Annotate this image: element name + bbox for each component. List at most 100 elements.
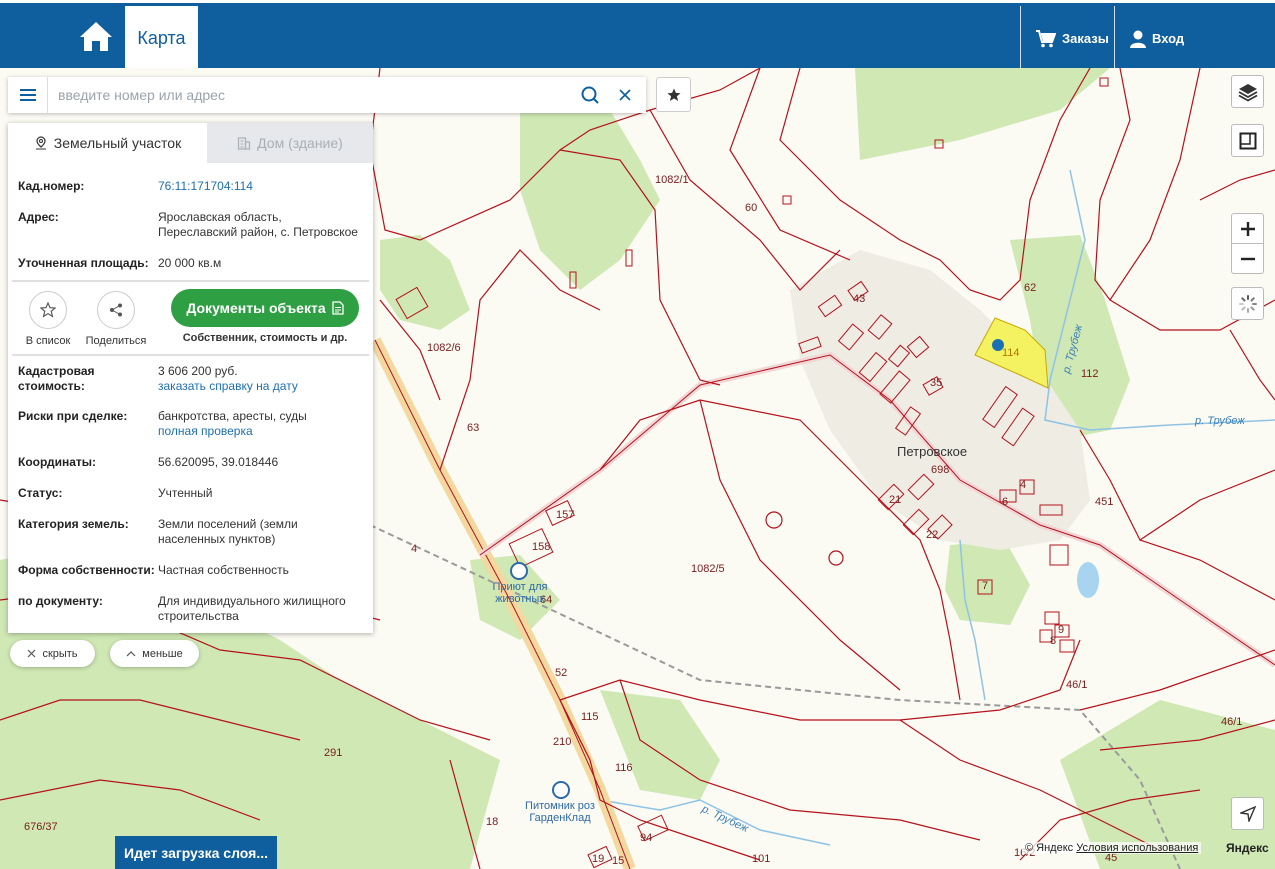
- tab-map[interactable]: Карта: [125, 6, 198, 71]
- parcel-label: 698: [931, 464, 950, 476]
- login-label: Вход: [1152, 31, 1185, 46]
- star-outline-icon: [40, 302, 56, 318]
- spinner-icon: [1238, 294, 1257, 313]
- tab-land-plot[interactable]: Земельный участок: [8, 123, 207, 163]
- poi-nursery-label[interactable]: Питомник роз ГарденКлад: [515, 800, 605, 824]
- risks-value: банкротства, аресты, суды: [158, 409, 307, 423]
- terms-link[interactable]: Условия использования: [1076, 842, 1198, 854]
- hamburger-icon: [19, 89, 36, 101]
- parcel-label: 46/1: [1066, 679, 1088, 691]
- info-row-coordinates: Координаты: 56.620095, 39.018446: [18, 455, 363, 470]
- zoom-in-button[interactable]: [1231, 213, 1264, 244]
- divider: [12, 280, 369, 282]
- parcel-label: 46/1: [1221, 716, 1243, 728]
- parcel-label: 22: [926, 529, 939, 541]
- layers-button[interactable]: [1231, 75, 1264, 108]
- menu-button[interactable]: [8, 77, 48, 113]
- hide-panel-button[interactable]: скрыть: [10, 640, 95, 667]
- share-button[interactable]: Поделиться: [76, 291, 156, 347]
- address-value: Ярославская область, Переславский район,…: [158, 210, 358, 239]
- info-row-cad-number: Кад.номер: 76:11:171704:114: [18, 179, 363, 194]
- info-row-risks: Риски при сделке: банкротства, аресты, с…: [18, 409, 363, 439]
- area-key: Уточненная площадь:: [18, 256, 149, 270]
- info-row-by-document: по документу: Для индивидуального жилищн…: [18, 594, 363, 624]
- orders-label: Заказы: [1062, 31, 1109, 46]
- parcel-label: 114: [1002, 347, 1020, 359]
- loading-spinner-button[interactable]: [1231, 287, 1264, 320]
- parcel-label: 1082/6: [427, 342, 461, 354]
- parcel-label: 18: [486, 816, 499, 828]
- parcel-label: 21: [889, 494, 902, 506]
- favorites-button[interactable]: [656, 77, 691, 112]
- star-icon: [667, 88, 680, 101]
- area-value: 20 000 кв.м: [158, 256, 222, 270]
- layers-icon: [1238, 83, 1257, 102]
- info-row-cadastral-cost: Кадастровая стоимость: 3 606 200 руб. за…: [18, 364, 363, 394]
- divider: [1114, 6, 1115, 71]
- parcel-label: 4: [1020, 479, 1027, 491]
- plus-icon: [1240, 221, 1255, 236]
- hide-panel-label: скрыть: [42, 647, 78, 660]
- building-icon: [238, 137, 251, 150]
- parcel-label: 158: [532, 541, 551, 553]
- copyright-text: © Яндекс: [1025, 842, 1074, 854]
- coordinates-value: 56.620095, 39.018446: [158, 455, 279, 469]
- parcel-label: 62: [1024, 282, 1037, 294]
- minus-icon: [1240, 257, 1255, 260]
- parcel-label: 112: [1081, 368, 1099, 380]
- status-key: Статус:: [18, 486, 63, 500]
- parcel-label: 157: [556, 509, 575, 521]
- geolocation-button[interactable]: [1231, 797, 1264, 830]
- ruler-button[interactable]: [1231, 124, 1264, 157]
- parcel-info-panel: Земельный участок Дом (здание) Кад.номер…: [8, 123, 373, 633]
- home-icon[interactable]: [76, 17, 116, 57]
- close-icon[interactable]: [616, 86, 634, 104]
- parcel-label: 115: [581, 711, 599, 723]
- close-icon: [28, 649, 36, 658]
- land-category-key: Категория земель:: [18, 517, 129, 531]
- divider: [12, 354, 369, 356]
- poi-shelter-label[interactable]: Приют для животных: [480, 581, 560, 605]
- order-certificate-link[interactable]: заказать справку на дату: [158, 379, 298, 393]
- search-icon[interactable]: [580, 85, 600, 105]
- yandex-logo[interactable]: Яндекс: [1226, 841, 1269, 855]
- login-button[interactable]: Вход: [1130, 6, 1184, 71]
- top-navigation-bar: Карта Заказы Вход: [0, 0, 1275, 71]
- parcel-label: 60: [745, 202, 758, 214]
- location-arrow-icon: [1239, 805, 1256, 822]
- parcel-label: 6: [1002, 496, 1009, 508]
- parcel-label: 19: [592, 853, 605, 865]
- divider: [1020, 6, 1021, 71]
- cad-number-key: Кад.номер:: [18, 179, 85, 193]
- search-input[interactable]: [58, 85, 558, 105]
- parcel-label: 9: [1058, 624, 1065, 636]
- parcel-label: 43: [853, 293, 866, 305]
- zoom-out-button[interactable]: [1231, 243, 1264, 274]
- user-icon: [1130, 30, 1146, 48]
- status-value: Учтенный: [158, 486, 213, 500]
- full-check-link[interactable]: полная проверка: [158, 424, 253, 438]
- search-bar: [8, 77, 646, 113]
- parcel-label: 1082/5: [691, 563, 725, 575]
- cad-number-value[interactable]: 76:11:171704:114: [158, 179, 363, 194]
- parcel-label: 35: [930, 377, 943, 389]
- info-row-area: Уточненная площадь: 20 000 кв.м: [18, 256, 363, 271]
- parcel-label: 15: [612, 855, 625, 867]
- river-label: р. Трубеж: [1195, 415, 1245, 427]
- share-label: Поделиться: [85, 335, 147, 347]
- info-row-status: Статус: Учтенный: [18, 486, 363, 501]
- object-documents-button[interactable]: Документы объекта: [171, 289, 359, 327]
- ownership-key: Форма собственности:: [18, 563, 155, 577]
- tab-building[interactable]: Дом (здание): [207, 123, 373, 163]
- info-row-ownership: Форма собственности: Частная собственнос…: [18, 563, 363, 578]
- add-to-list-label: В список: [25, 335, 71, 347]
- info-row-address: Адрес: Ярославская область, Переславский…: [18, 210, 363, 240]
- object-documents-subtitle: Собственник, стоимость и др.: [182, 332, 348, 344]
- collapse-panel-label: меньше: [142, 647, 183, 660]
- collapse-panel-button[interactable]: меньше: [110, 640, 199, 667]
- parcel-label: 101: [752, 853, 771, 865]
- parcel-label: 63: [467, 422, 480, 434]
- ruler-icon: [1239, 132, 1256, 149]
- orders-button[interactable]: Заказы: [1036, 6, 1109, 71]
- parcel-label: 52: [555, 667, 568, 679]
